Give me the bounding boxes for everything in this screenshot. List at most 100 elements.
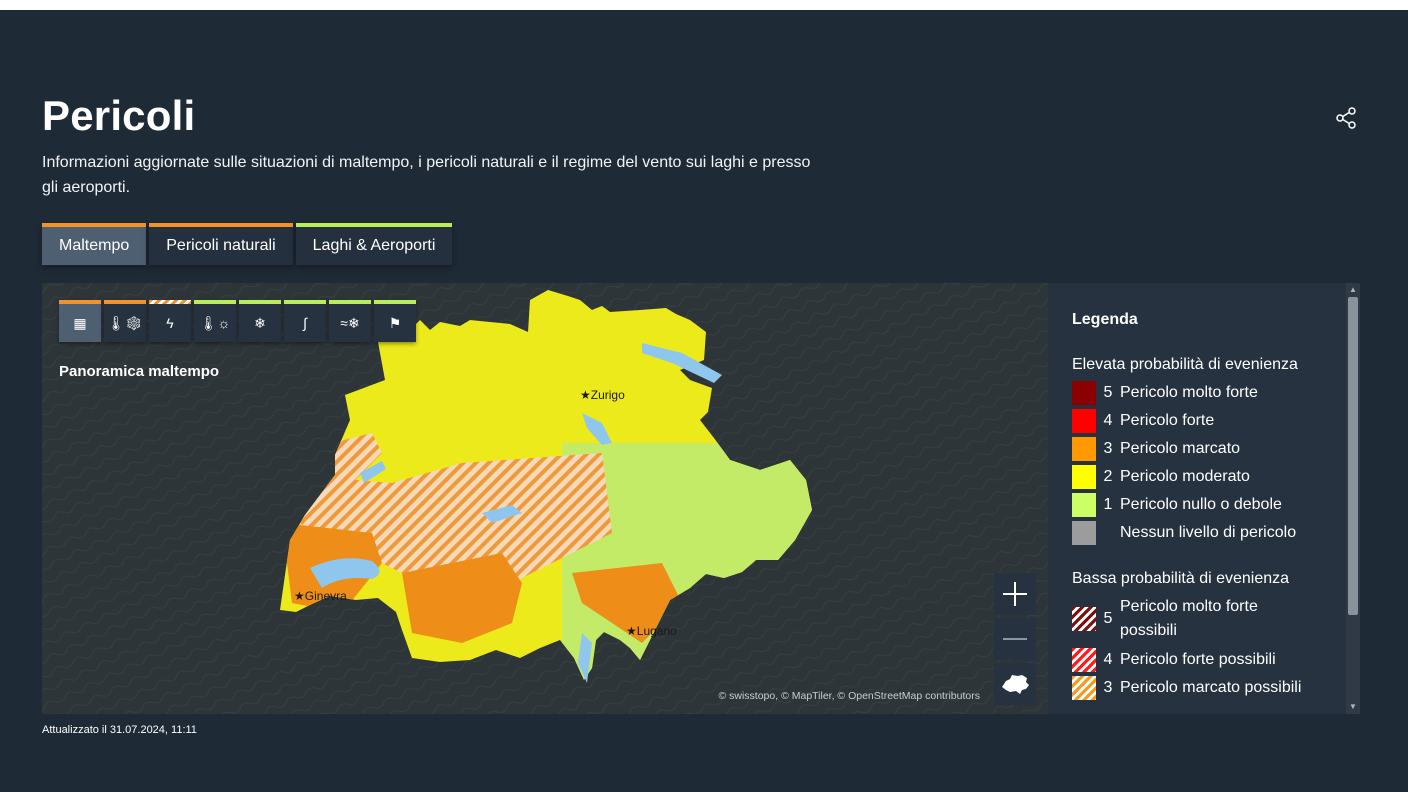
tool-wind-snow[interactable]: ≈❄: [329, 300, 371, 342]
zoom-in-button[interactable]: [994, 573, 1036, 615]
legend-number: 5: [1103, 610, 1113, 627]
legend-number: 1: [1103, 496, 1113, 513]
city-label-lugano: ★Lugano: [626, 624, 677, 638]
city-name: Lugano: [636, 624, 677, 638]
grid-icon: ▦: [73, 315, 87, 331]
legend-label-line: Pericolo molto forte: [1120, 598, 1258, 615]
legend-label: Pericolo forte: [1120, 412, 1215, 429]
hazard-map[interactable]: ▦ 🌡❄ ϟ 🌡☼ ❄ ∫ ≈❄ ⚑ Panoramica maltempo ★…: [42, 283, 1048, 714]
legend-number: 2: [1103, 468, 1113, 485]
wind-snow-icon: ≈❄: [340, 315, 360, 331]
legend-label: Pericolo nullo o debole: [1120, 496, 1282, 513]
tool-snow[interactable]: ❄: [239, 300, 281, 342]
legend-swatch: [1072, 607, 1096, 631]
legend-item-possible-5: 5 Pericolo molto forte possibili: [1072, 595, 1258, 643]
legend-item-level-5: 5 Pericolo molto forte: [1072, 381, 1258, 405]
legend-swatch: [1072, 521, 1096, 545]
legend-label: Pericolo marcato possibili: [1120, 679, 1302, 696]
legend-swatch: [1072, 493, 1096, 517]
zoom-in-icon: [1003, 582, 1027, 606]
legend-swatch: [1072, 648, 1096, 672]
tab-laghi-aeroporti[interactable]: Laghi & Aeroporti: [295, 223, 453, 265]
tool-color-bar: [329, 300, 371, 304]
tool-color-bar: [239, 300, 281, 304]
scroll-up-arrow-icon[interactable]: ▲: [1346, 283, 1360, 297]
legend-swatch: [1072, 437, 1096, 461]
reset-view-button[interactable]: [994, 663, 1036, 705]
legend-label-line: possibili: [1120, 622, 1177, 639]
share-icon: [1336, 107, 1356, 129]
legend-item-level-3: 3 Pericolo marcato: [1072, 437, 1240, 461]
city-name: Zurigo: [590, 388, 625, 402]
legend-number: 5: [1103, 384, 1113, 401]
zoom-out-button[interactable]: [994, 618, 1036, 660]
tab-label: Maltempo: [59, 236, 130, 254]
map-attribution: © swisstopo, © MapTiler, © OpenStreetMap…: [718, 690, 980, 702]
legend-scrollbar[interactable]: ▲ ▼: [1346, 283, 1360, 714]
legend-item-possible-3: 3 Pericolo marcato possibili: [1072, 676, 1301, 700]
legend-number: 4: [1103, 412, 1113, 429]
legend-high-heading: Elevata probabilità di evenienza: [1072, 356, 1298, 373]
tab-color-bar: [149, 223, 293, 227]
map-layer-title: Panoramica maltempo: [59, 363, 220, 380]
legend-swatch: [1072, 381, 1096, 405]
city-label-zurigo: ★Zurigo: [580, 388, 625, 402]
page-subtitle: Informazioni aggiornate sulle situazioni…: [42, 154, 811, 196]
top-white-strip: [0, 0, 1408, 10]
legend-number: 4: [1103, 651, 1113, 668]
map-relief: [42, 283, 1048, 714]
legend-label: Pericolo molto forte: [1120, 384, 1258, 401]
legend-swatch: [1072, 409, 1096, 433]
lightning-icon: ϟ: [166, 315, 174, 331]
tab-color-bar: [42, 223, 147, 227]
tool-heat[interactable]: 🌡☼: [194, 300, 236, 342]
snowflake-icon: ❄: [254, 315, 266, 331]
tool-overview[interactable]: ▦: [59, 300, 101, 342]
legend-low-heading: Bassa probabilità di evenienza: [1072, 570, 1290, 587]
legend-swatch: [1072, 465, 1096, 489]
tab-label: Laghi & Aeroporti: [312, 236, 436, 254]
windsock-icon: ⚑: [388, 315, 402, 331]
legend-label: Pericolo forte possibili: [1120, 651, 1276, 668]
tool-slippery-roads[interactable]: ∫: [284, 300, 326, 342]
tool-color-bar: [194, 300, 236, 304]
legend-panel: Legenda Elevata probabilità di evenienza…: [1048, 283, 1346, 714]
tool-color-bar: [149, 300, 191, 304]
legend-label: Pericolo moderato: [1120, 468, 1250, 485]
thermometer-sun-icon: 🌡☼: [199, 315, 231, 331]
legend-number: 3: [1103, 440, 1113, 457]
legend-swatch: [1072, 676, 1096, 700]
legend-item-level-4: 4 Pericolo forte: [1072, 409, 1214, 433]
hazard-tabs: Maltempo Pericoli naturali Laghi & Aerop…: [42, 223, 453, 265]
legend-item-level-1: 1 Pericolo nullo o debole: [1072, 493, 1282, 517]
tab-color-bar: [295, 223, 453, 227]
city-name: Ginevra: [304, 589, 347, 603]
tool-color-bar: [374, 300, 416, 304]
scroll-thumb[interactable]: [1348, 297, 1358, 615]
zoom-out-icon: [1003, 638, 1027, 640]
slippery-road-icon: ∫: [303, 315, 307, 331]
city-label-ginevra: ★Ginevra: [294, 589, 347, 603]
legend-item-possible-4: 4 Pericolo forte possibili: [1072, 648, 1276, 672]
tool-color-bar: [284, 300, 326, 304]
legend-item-level-2: 2 Pericolo moderato: [1072, 465, 1250, 489]
tab-label: Pericoli naturali: [166, 236, 276, 254]
last-updated: Attualizzato il 31.07.2024, 11:11: [42, 724, 197, 736]
switzerland-icon: [1002, 675, 1029, 694]
tab-maltempo[interactable]: Maltempo: [42, 223, 147, 265]
page-title: Pericoli: [42, 92, 196, 139]
tool-color-bar: [59, 300, 101, 304]
share-button[interactable]: [1332, 104, 1360, 132]
legend-item-no-level: Nessun livello di pericolo: [1072, 521, 1296, 545]
tool-wind[interactable]: ⚑: [374, 300, 416, 342]
thermometer-snow-icon: 🌡❄: [107, 315, 143, 331]
scroll-down-arrow-icon[interactable]: ▼: [1346, 700, 1360, 714]
tool-thunderstorm[interactable]: ϟ: [149, 300, 191, 342]
legend-label: Pericolo marcato: [1120, 440, 1241, 457]
legend-label: Nessun livello di pericolo: [1120, 524, 1297, 541]
map-layer-toolbar: ▦ 🌡❄ ϟ 🌡☼ ❄ ∫ ≈❄ ⚑: [59, 300, 416, 342]
legend-title: Legenda: [1072, 311, 1138, 328]
tool-color-bar: [104, 300, 146, 304]
tool-frost[interactable]: 🌡❄: [104, 300, 146, 342]
tab-pericoli-naturali[interactable]: Pericoli naturali: [149, 223, 293, 265]
